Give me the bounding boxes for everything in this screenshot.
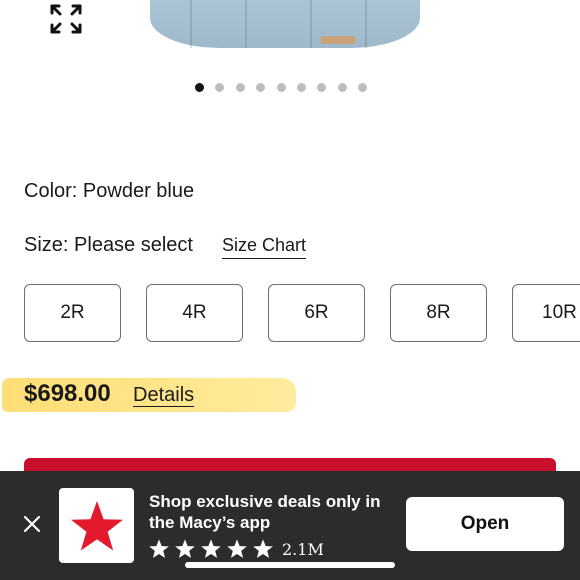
app-rating: 2.1M — [148, 538, 324, 560]
carousel-dot[interactable] — [235, 83, 245, 92]
size-chart-link[interactable]: Size Chart — [222, 235, 307, 259]
carousel-dots — [195, 83, 368, 92]
app-banner-message: Shop exclusive deals only in the Macy’s … — [149, 491, 394, 533]
carousel-dot[interactable] — [317, 83, 327, 92]
home-indicator[interactable] — [185, 562, 395, 568]
size-selection: Size: Please select — [24, 234, 193, 257]
close-icon[interactable] — [20, 512, 44, 536]
star-icon — [149, 539, 169, 558]
size-option-6r[interactable]: 6R — [268, 284, 365, 342]
app-banner-message-line1: Shop exclusive deals only in — [149, 492, 381, 511]
star-icon — [201, 539, 221, 558]
app-logo — [59, 488, 134, 563]
price-details-link[interactable]: Details — [133, 384, 195, 407]
size-value: Please select — [74, 234, 193, 256]
size-option-4r[interactable]: 4R — [146, 284, 243, 342]
color-value: Powder blue — [82, 180, 195, 202]
product-gown-image — [150, 0, 420, 48]
star-icon — [175, 539, 195, 558]
size-label: Size: — [24, 234, 69, 256]
star-icon — [253, 539, 273, 558]
product-shoes-image — [320, 36, 356, 44]
carousel-dot-active[interactable] — [195, 83, 204, 92]
color-selection: Color: Powder blue — [24, 180, 194, 203]
carousel-dot[interactable] — [358, 83, 368, 92]
carousel-dot[interactable] — [215, 83, 225, 92]
carousel-dot[interactable] — [276, 83, 286, 92]
carousel-dot[interactable] — [296, 83, 306, 92]
product-price: $698.00 — [24, 380, 111, 407]
expand-icon[interactable] — [48, 2, 84, 36]
size-option-10r[interactable]: 10R — [512, 284, 580, 342]
carousel-dot[interactable] — [256, 83, 266, 92]
rating-count: 2.1M — [282, 539, 324, 559]
app-banner-message-line2: the Macy’s app — [149, 513, 271, 532]
product-image[interactable] — [0, 0, 580, 70]
size-option-8r[interactable]: 8R — [390, 284, 487, 342]
size-option-2r[interactable]: 2R — [24, 284, 121, 342]
carousel-dot[interactable] — [337, 83, 347, 92]
color-label: Color: — [24, 180, 78, 202]
star-icon — [227, 539, 247, 558]
open-app-button[interactable]: Open — [406, 497, 564, 551]
macys-star-icon — [70, 500, 123, 550]
